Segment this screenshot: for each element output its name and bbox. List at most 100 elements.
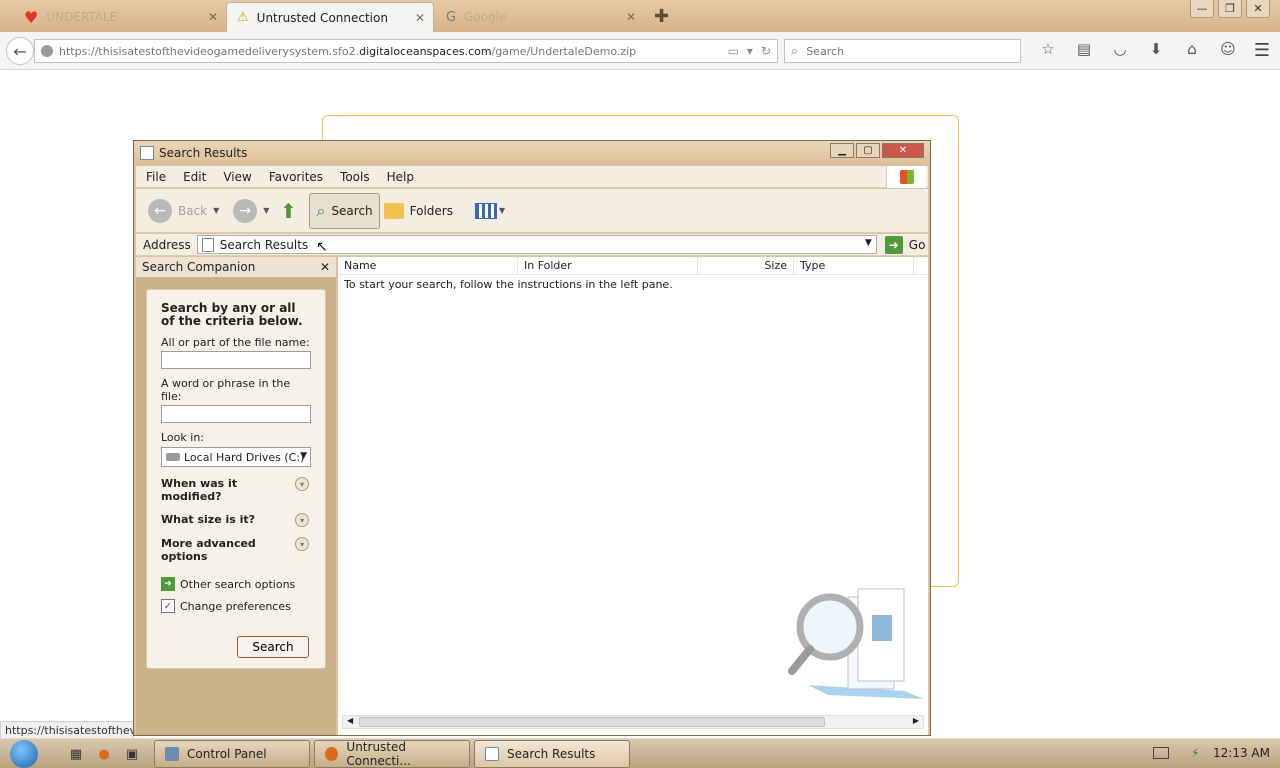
- show-desktop-icon[interactable]: ▦: [62, 745, 90, 763]
- reload-icon[interactable]: ↻: [761, 44, 771, 58]
- firefox-icon: [325, 747, 339, 761]
- views-icon: [475, 202, 497, 219]
- windows-logo: [886, 166, 926, 188]
- dropdown-icon[interactable]: ▾: [747, 44, 753, 58]
- chevron-down-icon[interactable]: ▾: [295, 513, 309, 527]
- close-icon[interactable]: ✕: [320, 260, 330, 274]
- tab-label: Untrusted Connection: [256, 10, 388, 25]
- views-button[interactable]: ▼: [471, 193, 509, 229]
- mouse-cursor-icon: ↖: [316, 239, 328, 255]
- search-input[interactable]: [804, 43, 1005, 59]
- home-icon[interactable]: ⌂: [1174, 40, 1210, 58]
- dropdown-arrow-icon[interactable]: ▼: [300, 451, 307, 461]
- menu-icon[interactable]: ☰: [1254, 40, 1270, 61]
- menu-help[interactable]: Help: [377, 170, 421, 184]
- reader-view-icon[interactable]: ▭: [728, 44, 739, 58]
- firefox-icon[interactable]: ●: [90, 745, 118, 763]
- maximize-button[interactable]: ▢: [856, 143, 880, 158]
- close-button[interactable]: ✕: [1246, 0, 1270, 18]
- change-preferences-link[interactable]: ✓ Change preferences: [161, 599, 311, 613]
- lookin-value: Local Hard Drives (C:): [184, 450, 305, 464]
- tab-google[interactable]: G Google ✕: [436, 2, 644, 32]
- other-search-options-link[interactable]: ➜ Other search options: [161, 577, 311, 591]
- scrollbar-thumb[interactable]: [359, 717, 825, 727]
- back-arrow-icon[interactable]: ←: [6, 37, 34, 65]
- tab-close-icon[interactable]: ✕: [208, 10, 218, 24]
- app-icon[interactable]: ▣: [118, 745, 146, 763]
- filename-input[interactable]: [161, 351, 311, 369]
- checkmark-icon: ✓: [161, 599, 175, 613]
- tab-untrusted-connection[interactable]: ⚠ Untrusted Connection ✕: [226, 2, 434, 32]
- bookmarks-list-icon[interactable]: ▤: [1066, 40, 1102, 58]
- network-icon[interactable]: ⚡: [1191, 746, 1205, 760]
- toolbar-icons: ☆ ▤ ◡ ⬇ ⌂ ☺: [1030, 40, 1246, 58]
- forward-button[interactable]: → ▼: [229, 193, 273, 229]
- minimize-button[interactable]: —: [1190, 0, 1214, 18]
- minimize-button[interactable]: ▁: [830, 143, 854, 158]
- search-results-icon: [485, 747, 499, 761]
- scroll-right-icon[interactable]: ▶: [913, 716, 919, 725]
- column-type[interactable]: Type: [794, 257, 914, 274]
- search-results-window: Search Results ▁ ▢ ✕ File Edit View Favo…: [133, 140, 931, 736]
- taskbar-untrusted-connection[interactable]: Untrusted Connecti...: [314, 740, 470, 768]
- lookin-select[interactable]: Local Hard Drives (C:) ▼: [161, 447, 311, 467]
- menu-file[interactable]: File: [136, 170, 173, 184]
- search-button[interactable]: ⌕ Search: [309, 192, 380, 229]
- tab-undertale[interactable]: ♥ UNDERTALE ✕: [14, 2, 226, 32]
- bookmark-star-icon[interactable]: ☆: [1030, 40, 1066, 58]
- taskbar-search-results[interactable]: Search Results: [474, 740, 630, 768]
- column-size[interactable]: Size: [698, 257, 794, 274]
- column-name[interactable]: Name: [338, 257, 518, 274]
- menu-view[interactable]: View: [213, 170, 258, 184]
- dropdown-arrow-icon[interactable]: ▼: [499, 206, 505, 215]
- dropdown-arrow-icon[interactable]: ▼: [213, 206, 219, 215]
- close-button[interactable]: ✕: [882, 143, 924, 158]
- new-tab-button[interactable]: ✚: [654, 6, 669, 27]
- forward-arrow-icon: →: [233, 198, 258, 223]
- expander-advanced[interactable]: More advanced options ▾: [161, 537, 311, 563]
- chevron-down-icon[interactable]: ▾: [295, 537, 309, 551]
- dropdown-arrow-icon[interactable]: ▼: [263, 206, 269, 215]
- keyboard-icon[interactable]: [1153, 747, 1170, 759]
- menu-favorites[interactable]: Favorites: [259, 170, 330, 184]
- scroll-left-icon[interactable]: ◀: [347, 716, 353, 725]
- expander-size[interactable]: What size is it? ▾: [161, 513, 311, 527]
- phrase-input[interactable]: [161, 405, 311, 423]
- back-button[interactable]: ← Back ▼: [144, 193, 223, 229]
- companion-header: Search Companion ✕: [136, 257, 336, 277]
- url-actions: ▭ ▾ ↻: [728, 44, 771, 58]
- search-bar[interactable]: ⌕: [784, 39, 1021, 63]
- window-title-bar[interactable]: Search Results ▁ ▢ ✕: [134, 141, 930, 165]
- address-field[interactable]: Search Results ▼: [196, 235, 877, 254]
- clock[interactable]: 12:13 AM: [1213, 746, 1270, 760]
- dropdown-arrow-icon[interactable]: ▼: [865, 238, 872, 248]
- taskbar-control-panel[interactable]: Control Panel: [154, 740, 310, 768]
- url-bar[interactable]: https://thisisatestofthevideogamedeliver…: [34, 39, 778, 63]
- restore-button[interactable]: ❐: [1218, 0, 1242, 18]
- start-button[interactable]: [10, 740, 38, 768]
- menu-tools[interactable]: Tools: [330, 170, 377, 184]
- search-submit-button[interactable]: Search: [237, 636, 309, 658]
- up-arrow-icon: ⬆: [280, 198, 297, 223]
- pocket-icon[interactable]: ◡: [1102, 40, 1138, 58]
- horizontal-scrollbar[interactable]: ◀ ▶: [342, 715, 924, 729]
- tab-close-icon[interactable]: ✕: [626, 10, 636, 24]
- download-icon[interactable]: ⬇: [1138, 40, 1174, 58]
- chevron-down-icon[interactable]: ▾: [295, 477, 309, 491]
- column-in-folder[interactable]: In Folder: [518, 257, 698, 274]
- quick-launch: ▦ ● ▣: [62, 745, 146, 763]
- lookin-label: Look in:: [161, 431, 204, 444]
- phrase-label: A word or phrase in the file:: [161, 377, 291, 403]
- go-button[interactable]: ➜ Go: [884, 235, 925, 254]
- search-companion-pane: Search Companion ✕ Search by any or all …: [136, 257, 336, 735]
- info-icon[interactable]: [41, 45, 53, 57]
- back-arrow-icon: ←: [148, 198, 172, 223]
- expander-modified[interactable]: When was it modified? ▾: [161, 477, 311, 503]
- menu-edit[interactable]: Edit: [173, 170, 213, 184]
- chat-icon[interactable]: ☺: [1210, 40, 1246, 58]
- tab-close-icon[interactable]: ✕: [415, 11, 425, 25]
- up-folder-button[interactable]: ⬆: [273, 193, 303, 229]
- filename-label: All or part of the file name:: [161, 336, 310, 349]
- google-icon: G: [446, 9, 457, 25]
- folders-button[interactable]: Folders: [380, 193, 457, 229]
